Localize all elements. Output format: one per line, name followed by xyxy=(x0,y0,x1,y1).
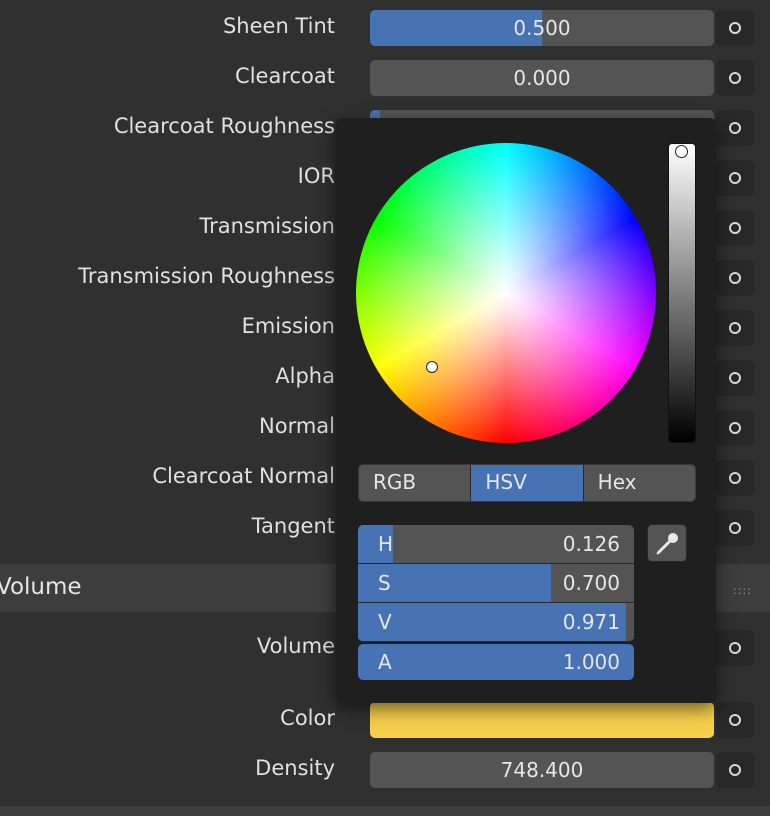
ior-label: IOR xyxy=(297,164,335,188)
volume-color-field[interactable] xyxy=(370,702,714,738)
socket-icon[interactable] xyxy=(716,702,754,738)
saturation-label: S xyxy=(378,571,391,595)
color-picker-popup: RGB HSV Hex H 0.126 S 0.700 V 0.971 A 1.… xyxy=(336,118,716,703)
volume-color-label: Color xyxy=(280,706,335,730)
socket-icon[interactable] xyxy=(716,110,754,146)
socket-icon[interactable] xyxy=(716,460,754,496)
sheen-tint-value: 0.500 xyxy=(513,16,571,40)
normal-label: Normal xyxy=(259,414,335,438)
alpha-label: A xyxy=(378,650,392,674)
socket-icon[interactable] xyxy=(716,60,754,96)
hue-saturation-wheel[interactable] xyxy=(356,143,656,443)
saturation-slider[interactable]: S 0.700 xyxy=(358,564,634,603)
alpha-label: Alpha xyxy=(275,364,335,388)
sheen-tint-label: Sheen Tint xyxy=(222,14,335,38)
clearcoat-field[interactable]: 0.000 xyxy=(370,60,714,96)
volume-panel-title: Volume xyxy=(0,574,82,600)
alpha-value: 1.000 xyxy=(562,650,620,674)
socket-icon[interactable] xyxy=(716,752,754,788)
hue-label: H xyxy=(378,532,394,556)
hsv-sliders: H 0.126 S 0.700 V 0.971 xyxy=(358,525,634,642)
socket-icon[interactable] xyxy=(716,410,754,446)
alpha-slider[interactable]: A 1.000 xyxy=(358,644,634,680)
socket-icon[interactable] xyxy=(716,630,754,666)
volume-volume-label: Volume xyxy=(256,634,335,658)
bottom-panel-edge xyxy=(0,806,770,816)
value-channel-value: 0.971 xyxy=(562,610,620,634)
socket-icon[interactable] xyxy=(716,310,754,346)
drag-grip-icon[interactable]: :::: xyxy=(733,584,752,597)
value-channel-slider[interactable]: V 0.971 xyxy=(358,603,634,642)
wheel-cursor[interactable] xyxy=(426,361,438,373)
hue-value: 0.126 xyxy=(562,532,620,556)
socket-icon[interactable] xyxy=(716,510,754,546)
tab-hex[interactable]: Hex xyxy=(583,465,695,501)
sheen-tint-field[interactable]: 0.500 xyxy=(370,10,714,46)
hue-slider[interactable]: H 0.126 xyxy=(358,525,634,564)
tab-hsv[interactable]: HSV xyxy=(471,465,584,501)
socket-icon[interactable] xyxy=(716,10,754,46)
value-slider-handle[interactable] xyxy=(675,145,688,158)
clearcoat-row: Clearcoat 0.000 xyxy=(0,50,770,100)
tangent-label: Tangent xyxy=(251,514,335,538)
transmission-roughness-label: Transmission Roughness xyxy=(78,264,335,288)
value-slider[interactable] xyxy=(668,143,696,443)
eyedropper-icon xyxy=(656,533,678,555)
emission-label: Emission xyxy=(241,314,335,338)
eyedropper-button[interactable] xyxy=(647,524,687,562)
sheen-tint-row: Sheen Tint 0.500 xyxy=(0,0,770,50)
clearcoat-normal-label: Clearcoat Normal xyxy=(152,464,335,488)
transmission-label: Transmission xyxy=(199,214,335,238)
clearcoat-label: Clearcoat xyxy=(235,64,335,88)
color-mode-tabs: RGB HSV Hex xyxy=(358,464,696,502)
volume-density-row: Density 748.400 xyxy=(0,742,770,792)
volume-density-value: 748.400 xyxy=(500,758,584,782)
value-channel-label: V xyxy=(378,610,392,634)
socket-icon[interactable] xyxy=(716,360,754,396)
volume-density-field[interactable]: 748.400 xyxy=(370,752,714,788)
tab-rgb[interactable]: RGB xyxy=(359,465,472,501)
socket-icon[interactable] xyxy=(716,160,754,196)
volume-density-label: Density xyxy=(255,756,335,780)
socket-icon[interactable] xyxy=(716,260,754,296)
saturation-value: 0.700 xyxy=(562,571,620,595)
socket-icon[interactable] xyxy=(716,210,754,246)
clearcoat-value: 0.000 xyxy=(513,66,571,90)
clearcoat-roughness-label: Clearcoat Roughness xyxy=(113,114,335,138)
